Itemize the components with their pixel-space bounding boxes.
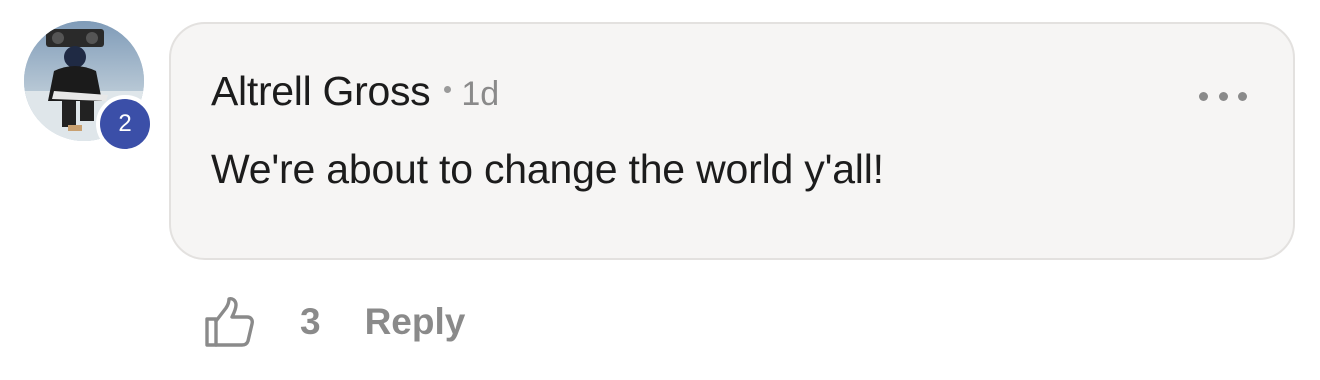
more-horizontal-icon [1218, 91, 1228, 101]
comment-timestamp: 1d [461, 75, 500, 113]
more-options-button[interactable] [1199, 84, 1247, 108]
comment-header: Altrell Gross 1d [211, 68, 499, 115]
reply-button[interactable]: Reply [365, 301, 466, 343]
more-horizontal-icon [1238, 91, 1247, 101]
thumbs-up-icon [205, 297, 254, 347]
more-horizontal-icon [1199, 91, 1208, 101]
comment-actions: 3 Reply [202, 290, 465, 354]
like-button[interactable]: 3 [202, 295, 321, 349]
author-name[interactable]: Altrell Gross [211, 68, 431, 115]
comment-bubble: Altrell Gross 1d We're about to change t… [169, 22, 1295, 260]
comment-text: We're about to change the world y'all! [211, 146, 884, 192]
level-badge: 2 [96, 95, 154, 153]
comment-container: 2 Altrell Gross 1d We're about to change… [0, 0, 1320, 380]
like-count: 3 [300, 301, 321, 342]
separator-dot [444, 86, 452, 93]
